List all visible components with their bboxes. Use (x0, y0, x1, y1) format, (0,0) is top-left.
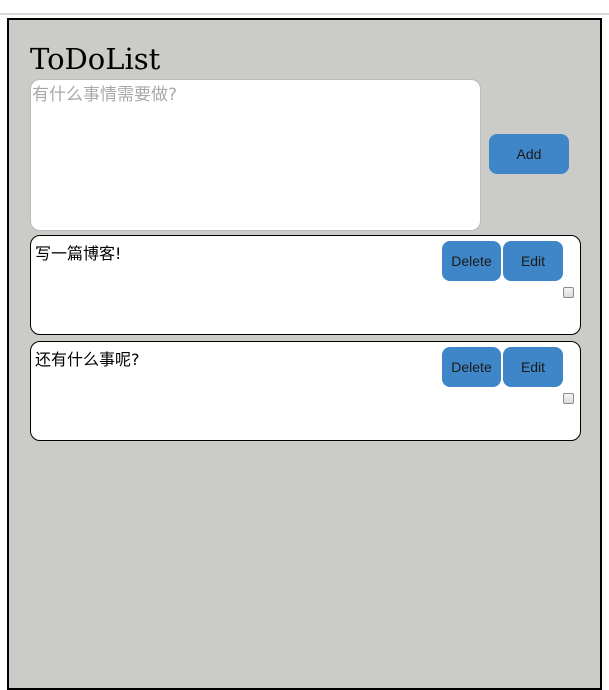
todo-text: 还有什么事呢? (35, 350, 140, 369)
todo-text: 写一篇博客! (35, 244, 122, 263)
delete-button[interactable]: Delete (442, 241, 501, 281)
new-task-input[interactable] (30, 79, 481, 231)
page-title: ToDoList (30, 42, 161, 76)
done-checkbox[interactable] (563, 287, 574, 298)
done-checkbox[interactable] (563, 393, 574, 404)
top-divider (0, 13, 609, 15)
todo-item: 写一篇博客! Delete Edit (30, 235, 581, 335)
todo-item: 还有什么事呢? Delete Edit (30, 341, 581, 441)
todo-app: ToDoList Add 写一篇博客! Delete Edit 还有什么事呢? … (7, 18, 602, 690)
edit-button[interactable]: Edit (503, 241, 563, 281)
add-button[interactable]: Add (489, 134, 569, 174)
delete-button[interactable]: Delete (442, 347, 501, 387)
edit-button[interactable]: Edit (503, 347, 563, 387)
